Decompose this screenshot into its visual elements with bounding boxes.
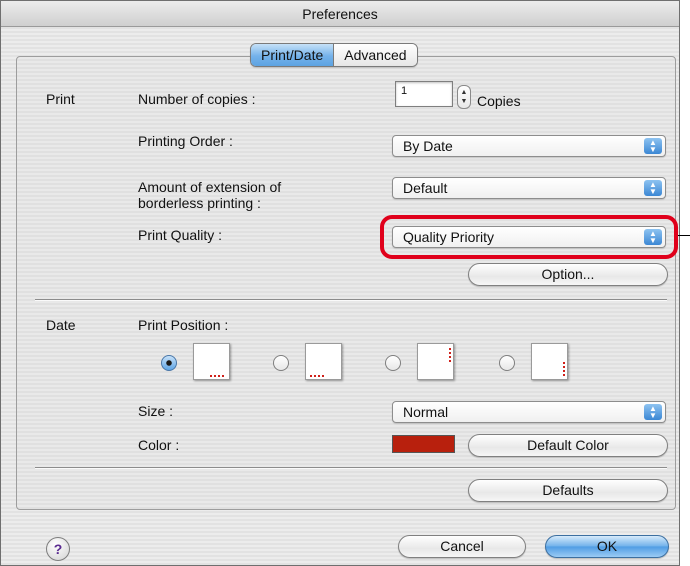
print-quality-label: Print Quality : <box>138 227 223 243</box>
tab-advanced[interactable]: Advanced <box>334 44 417 66</box>
copies-stepper[interactable]: ▲ ▼ <box>457 85 471 109</box>
stepper-arrows-icon: ▲ ▼ <box>460 89 468 105</box>
updown-arrows-icon: ▲ ▼ <box>644 180 662 196</box>
position-thumb-1 <box>193 343 230 380</box>
default-color-button[interactable]: Default Color <box>468 434 668 457</box>
updown-arrows-icon: ▲ ▼ <box>644 138 662 154</box>
defaults-button[interactable]: Defaults <box>468 479 668 502</box>
option-button[interactable]: Option... <box>468 263 668 286</box>
copies-input[interactable]: 1 <box>395 81 453 107</box>
color-label: Color : <box>138 437 180 453</box>
position-radio-3[interactable] <box>385 355 401 371</box>
help-icon[interactable]: ? <box>46 537 70 561</box>
divider <box>35 299 667 301</box>
printing-order-label: Printing Order : <box>138 133 233 149</box>
copies-label: Number of copies : <box>138 91 256 107</box>
highlight-box <box>380 215 678 259</box>
position-radio-4[interactable] <box>499 355 515 371</box>
tab-bar: Print/Date Advanced <box>250 43 418 67</box>
extension-popup[interactable]: Default ▲ ▼ <box>392 177 666 199</box>
position-radio-1[interactable] <box>161 355 177 371</box>
position-thumb-2 <box>305 343 342 380</box>
date-mark <box>563 362 565 376</box>
extension-label: Amount of extension of borderless printi… <box>138 179 281 211</box>
extension-label-line1: Amount of extension of <box>138 179 282 195</box>
size-value: Normal <box>403 404 449 420</box>
position-thumb-3 <box>417 343 454 380</box>
position-radio-2[interactable] <box>273 355 289 371</box>
date-section-label: Date <box>46 317 76 333</box>
date-mark <box>310 375 324 377</box>
tab-print-date[interactable]: Print/Date <box>251 44 335 66</box>
preferences-window: Preferences Print/Date Advanced Print Nu… <box>0 0 690 566</box>
copies-unit-label: Copies <box>477 93 521 109</box>
window-title: Preferences <box>1 1 679 27</box>
cancel-button[interactable]: Cancel <box>398 535 526 558</box>
extension-value: Default <box>403 180 448 196</box>
updown-arrows-icon: ▲ ▼ <box>644 404 662 420</box>
position-thumb-4 <box>531 343 568 380</box>
color-swatch[interactable] <box>392 435 455 453</box>
extension-label-line2: borderless printing : <box>138 195 261 211</box>
size-label: Size : <box>138 403 174 419</box>
date-mark <box>449 348 451 362</box>
printing-order-value: By Date <box>403 138 453 154</box>
print-position-label: Print Position : <box>138 317 229 333</box>
print-section-label: Print <box>46 91 75 107</box>
ok-button[interactable]: OK <box>545 535 669 558</box>
printing-order-popup[interactable]: By Date ▲ ▼ <box>392 135 666 157</box>
callout-line <box>678 235 690 236</box>
date-mark <box>210 375 224 377</box>
divider <box>35 467 667 469</box>
size-popup[interactable]: Normal ▲ ▼ <box>392 401 666 423</box>
